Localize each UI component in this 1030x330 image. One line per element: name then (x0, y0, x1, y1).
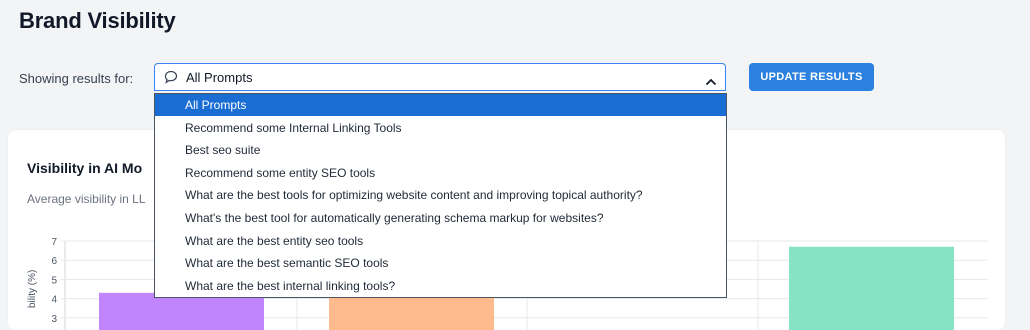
update-results-button[interactable]: UPDATE RESULTS (749, 63, 874, 91)
dropdown-option[interactable]: Recommend some entity SEO tools (155, 162, 726, 184)
chat-bubble-icon (164, 70, 178, 89)
y-tick-label: 3 (51, 314, 57, 325)
y-axis-label: bility (%) (27, 270, 38, 308)
dropdown-option[interactable]: Recommend some Internal Linking Tools (155, 117, 726, 139)
bar (329, 292, 494, 330)
dropdown-option[interactable]: What are the best semantic SEO tools (155, 252, 726, 274)
dropdown-option[interactable]: Best seo suite (155, 139, 726, 161)
chevron-up-icon (705, 73, 717, 91)
dropdown-option[interactable]: What are the best entity seo tools (155, 230, 726, 252)
y-tick-label: 4 (51, 295, 57, 306)
y-tick-label: 5 (51, 275, 57, 286)
select-value: All Prompts (186, 70, 253, 85)
dropdown-option[interactable]: What are the best internal linking tools… (155, 275, 726, 297)
bar (789, 246, 954, 330)
y-tick-label: 6 (51, 256, 57, 267)
dropdown-option[interactable]: What's the best tool for automatically g… (155, 207, 726, 229)
bar (99, 292, 264, 330)
y-tick-label: 7 (51, 237, 57, 248)
prompt-dropdown-list: All Prompts Recommend some Internal Linki… (154, 93, 727, 298)
dropdown-option[interactable]: All Prompts (155, 94, 726, 116)
prompt-select[interactable]: All Prompts (154, 63, 726, 91)
filter-label: Showing results for: (19, 71, 134, 86)
page-title: Brand Visibility (19, 8, 176, 33)
dropdown-option[interactable]: What are the best tools for optimizing w… (155, 184, 726, 206)
